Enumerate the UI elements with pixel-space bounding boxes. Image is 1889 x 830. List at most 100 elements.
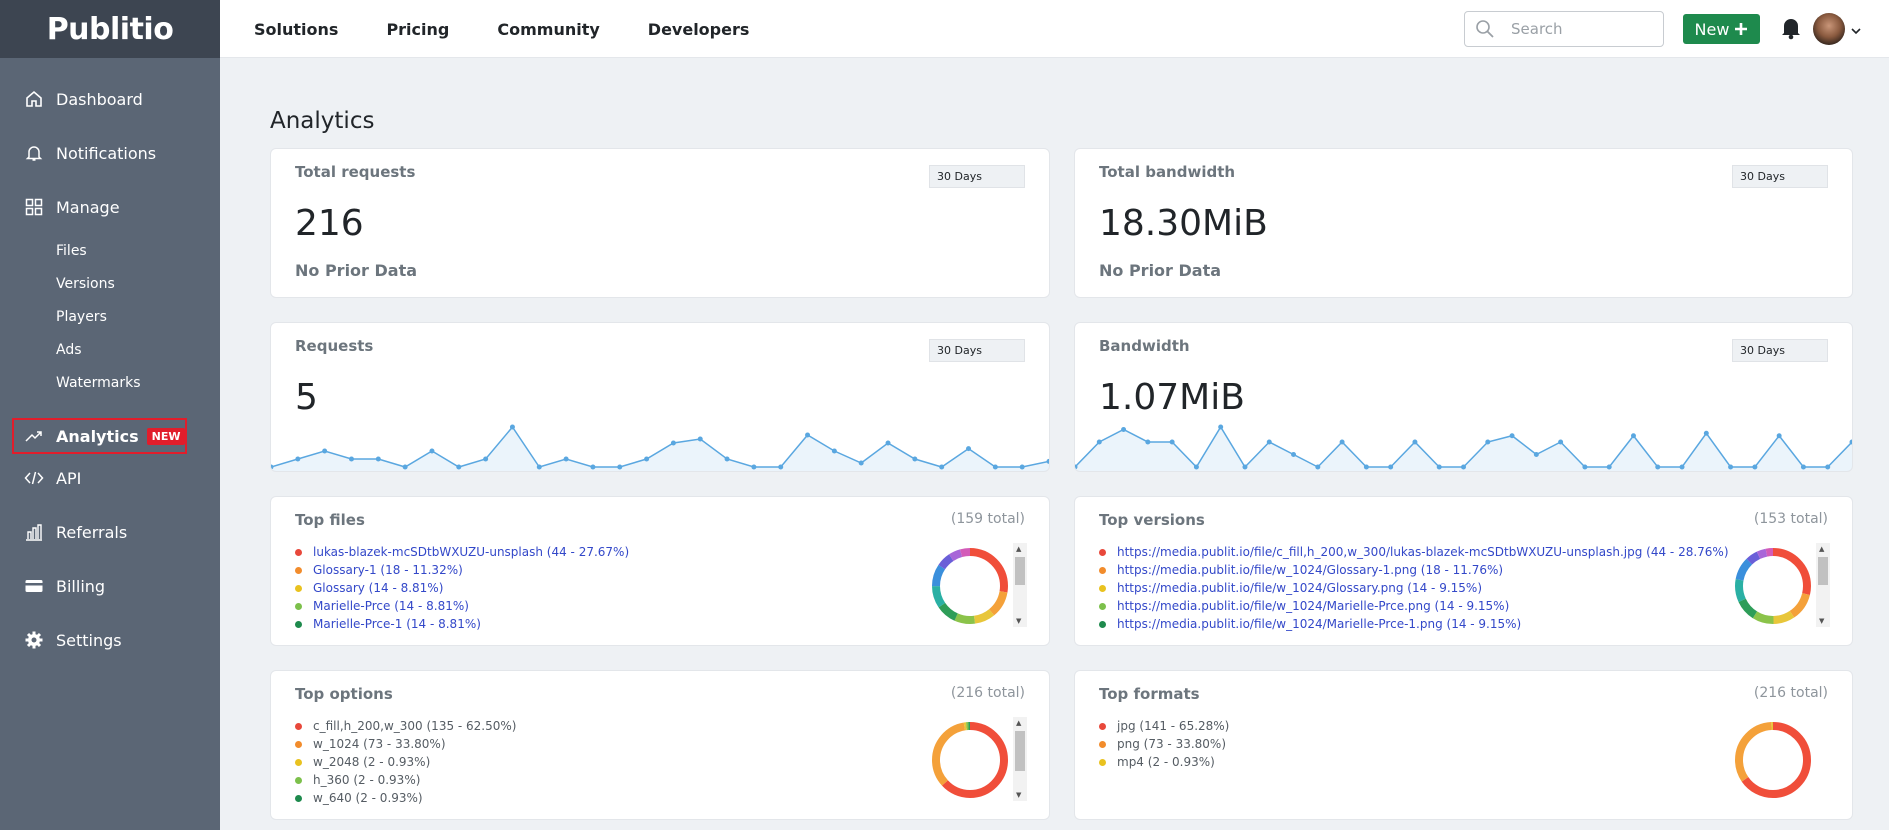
sparkline-point (1145, 439, 1151, 445)
top-versions-list: https://media.publit.io/file/c_fill,h_20… (1099, 543, 1729, 633)
new-button[interactable]: New (1683, 14, 1760, 44)
sparkline-point (724, 456, 730, 462)
card-icon (24, 576, 44, 596)
sparkline-point (885, 440, 891, 446)
range-select[interactable]: 30 Days (1732, 339, 1828, 362)
total-requests-value: 216 (295, 203, 364, 244)
sparkline-point (858, 460, 864, 466)
bell-icon[interactable] (1780, 16, 1802, 44)
sidebar-item-settings[interactable]: Settings (0, 613, 220, 667)
list-item[interactable]: Marielle-Prce (14 - 8.81%) (295, 597, 629, 615)
sidebar-sub-files[interactable]: Files (0, 234, 220, 267)
top-options-list: c_fill,h_200,w_300 (135 - 62.50%) w_1024… (295, 717, 516, 807)
sidebar-item-label: Analytics (56, 426, 139, 446)
list-scrollbar[interactable]: ▲ ▼ (1816, 543, 1830, 627)
range-select[interactable]: 30 Days (929, 165, 1025, 188)
sidebar-item-api[interactable]: API (0, 451, 220, 505)
sparkline-point (1825, 464, 1831, 470)
card-title: Top formats (1099, 685, 1200, 703)
top-formats-card: Top formats (216 total) jpg (141 - 65.28… (1074, 670, 1853, 820)
sparkline-point (1121, 427, 1127, 432)
list-item[interactable]: lukas-blazek-mcSDtbWXUZU-unsplash (44 - … (295, 543, 629, 561)
card-title: Requests (295, 337, 374, 355)
bar-chart-icon (24, 522, 44, 542)
list-item: mp4 (2 - 0.93%) (1099, 753, 1229, 771)
legend-dot (1099, 620, 1106, 628)
list-item: w_1024 (73 - 33.80%) (295, 735, 516, 753)
sidebar-sub-versions[interactable]: Versions (0, 267, 220, 300)
sidebar-sub-ads[interactable]: Ads (0, 333, 220, 366)
sparkline-point (966, 446, 972, 452)
sparkline-point (429, 448, 435, 454)
nav-community[interactable]: Community (497, 20, 599, 39)
sparkline-point (1242, 464, 1248, 470)
range-select[interactable]: 30 Days (929, 339, 1025, 362)
sparkline-point (1019, 464, 1025, 470)
card-title: Top options (295, 685, 393, 703)
sparkline-point (1606, 464, 1612, 470)
legend-dot (1099, 584, 1106, 592)
sparkline-point (1558, 439, 1564, 445)
sparkline-point (509, 424, 515, 430)
sidebar-item-notifications[interactable]: Notifications (0, 126, 220, 180)
sparkline-point (1703, 430, 1709, 436)
sparkline-point (1315, 464, 1321, 470)
sidebar-item-referrals[interactable]: Referrals (0, 505, 220, 559)
sparkline-point (1193, 464, 1199, 470)
legend-dot (295, 794, 302, 802)
range-select[interactable]: 30 Days (1732, 165, 1828, 188)
sparkline-point (563, 456, 569, 462)
nav-solutions[interactable]: Solutions (254, 20, 338, 39)
sidebar-item-label: Manage (56, 197, 120, 217)
list-item[interactable]: Marielle-Prce-1 (14 - 8.81%) (295, 615, 629, 633)
prior-data-note: No Prior Data (1099, 261, 1222, 280)
search-input[interactable]: Search (1464, 11, 1664, 47)
list-item[interactable]: https://media.publit.io/file/w_1024/Glos… (1099, 561, 1729, 579)
sidebar-item-analytics[interactable]: Analytics NEW (12, 418, 187, 454)
sparkline-point (1752, 464, 1758, 470)
list-item[interactable]: https://media.publit.io/file/w_1024/Mari… (1099, 615, 1729, 633)
list-item[interactable]: Glossary (14 - 8.81%) (295, 579, 629, 597)
new-badge: NEW (146, 427, 186, 445)
sidebar-item-manage[interactable]: Manage (0, 180, 220, 234)
sparkline-point (1485, 439, 1491, 445)
list-item[interactable]: https://media.publit.io/file/w_1024/Mari… (1099, 597, 1729, 615)
sparkline-point (644, 456, 650, 462)
avatar[interactable] (1813, 13, 1845, 45)
list-item[interactable]: Glossary-1 (18 - 11.32%) (295, 561, 629, 579)
sidebar-item-billing[interactable]: Billing (0, 559, 220, 613)
sparkline-point (1533, 452, 1539, 457)
sparkline-point (1096, 439, 1102, 445)
grid-icon (24, 197, 44, 217)
sparkline-area (1075, 427, 1852, 471)
sidebar-item-label: Billing (56, 576, 106, 596)
search-icon (1475, 19, 1497, 39)
top-formats-list: jpg (141 - 65.28%) png (73 - 33.80%) mp4… (1099, 717, 1229, 771)
list-scrollbar[interactable]: ▲ ▼ (1013, 717, 1027, 801)
code-icon (24, 468, 44, 488)
nav-developers[interactable]: Developers (648, 20, 750, 39)
list-item[interactable]: https://media.publit.io/file/c_fill,h_20… (1099, 543, 1729, 561)
sparkline-point (1169, 439, 1175, 445)
publitio-logo[interactable]: Publitio (0, 0, 220, 58)
list-item[interactable]: https://media.publit.io/file/w_1024/Glos… (1099, 579, 1729, 597)
sparkline-point (912, 456, 918, 462)
sidebar-sub-players[interactable]: Players (0, 300, 220, 333)
sidebar-sub-watermarks[interactable]: Watermarks (0, 366, 220, 399)
sparkline-point (1630, 433, 1636, 439)
card-title: Total requests (295, 163, 416, 181)
chevron-down-icon[interactable] (1850, 22, 1862, 41)
sparkline-point (670, 440, 676, 446)
sidebar-item-label: Referrals (56, 522, 128, 542)
nav-pricing[interactable]: Pricing (386, 20, 449, 39)
top-files-list: lukas-blazek-mcSDtbWXUZU-unsplash (44 - … (295, 543, 629, 633)
bandwidth-card: Bandwidth 30 Days 1.07MiB (1074, 322, 1853, 472)
sidebar-item-dashboard[interactable]: Dashboard (0, 72, 220, 126)
legend-dot (1099, 566, 1106, 574)
list-item: w_2048 (2 - 0.93%) (295, 753, 516, 771)
sparkline-point (456, 464, 462, 470)
prior-data-note: No Prior Data (295, 261, 418, 280)
list-item: h_360 (2 - 0.93%) (295, 771, 516, 789)
list-scrollbar[interactable]: ▲ ▼ (1013, 543, 1027, 627)
bandwidth-sparkline (1075, 424, 1852, 471)
